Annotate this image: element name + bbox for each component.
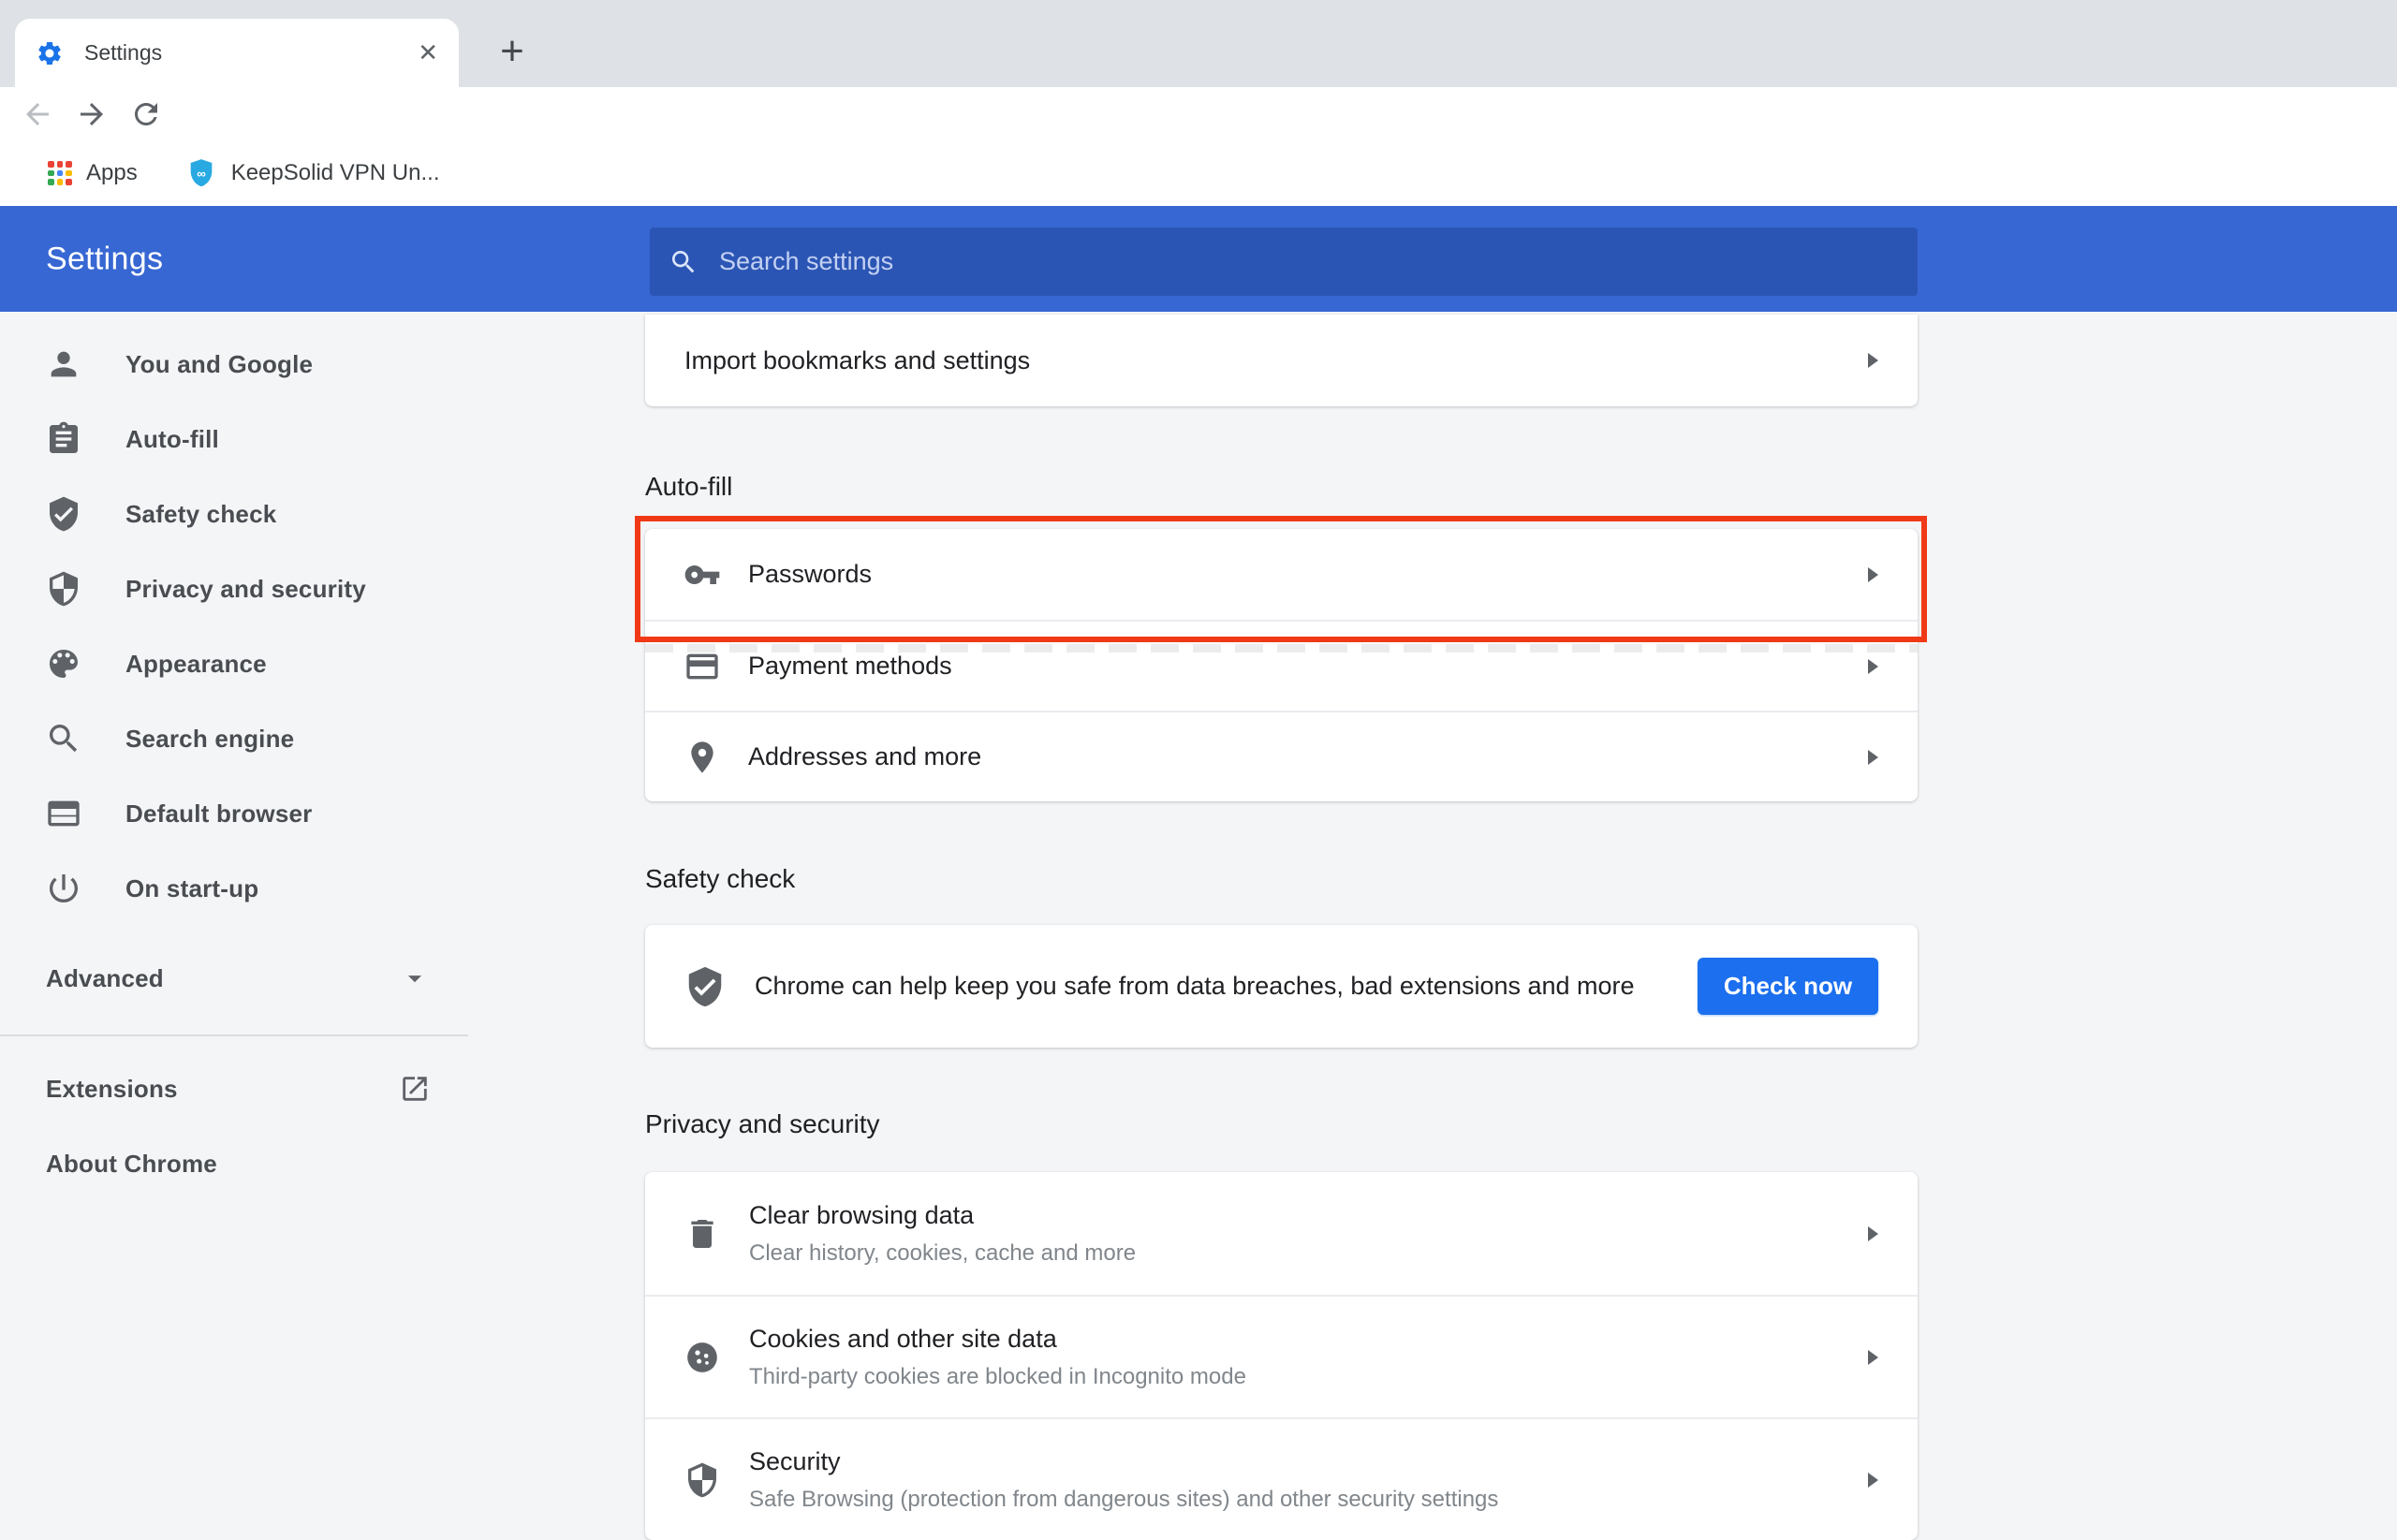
arrow-right-icon [1868, 567, 1878, 582]
autofill-card: Passwords Payment methods Addresses and … [645, 529, 1918, 801]
sidebar-item-privacy-security[interactable]: Privacy and security [0, 551, 468, 626]
keepsolid-shield-icon: ∞ [185, 157, 217, 189]
cookies-row[interactable]: Cookies and other site data Third-party … [645, 1295, 1918, 1417]
key-icon [684, 556, 721, 594]
half-shield-icon [45, 570, 82, 608]
sidebar-item-default-browser[interactable]: Default browser [0, 776, 468, 851]
chevron-down-icon [399, 962, 431, 994]
sidebar-item-you-and-google[interactable]: You and Google [0, 327, 468, 402]
sidebar-item-autofill[interactable]: Auto-fill [0, 402, 468, 477]
arrow-right-icon [1868, 750, 1878, 765]
arrow-right-icon [1868, 659, 1878, 674]
safety-check-text: Chrome can help keep you safe from data … [755, 972, 1635, 1001]
chrome-settings-window: { "glyphs": { "close": "✕", "new_tab": "… [0, 0, 2397, 1498]
sidebar-item-safety-check[interactable]: Safety check [0, 477, 468, 551]
trash-icon [684, 1215, 721, 1253]
settings-search-box[interactable] [650, 227, 1918, 296]
security-row[interactable]: Security Safe Browsing (protection from … [645, 1417, 1918, 1540]
shield-check-filled-icon [684, 965, 727, 1008]
forward-icon[interactable] [75, 97, 109, 131]
safety-check-card: Chrome can help keep you safe from data … [645, 925, 1918, 1048]
person-icon [45, 345, 82, 383]
credit-card-icon [684, 648, 721, 685]
clear-browsing-data-row[interactable]: Clear browsing data Clear history, cooki… [645, 1172, 1918, 1295]
sidebar-item-about-chrome[interactable]: About Chrome [0, 1126, 468, 1201]
search-icon [45, 720, 82, 757]
privacy-card: Clear browsing data Clear history, cooki… [645, 1172, 1918, 1540]
addresses-row[interactable]: Addresses and more [645, 711, 1918, 801]
arrow-right-icon [1868, 1226, 1878, 1241]
passwords-row[interactable]: Passwords [645, 529, 1918, 620]
svg-text:∞: ∞ [197, 167, 206, 181]
sidebar-item-on-startup[interactable]: On start-up [0, 851, 468, 926]
settings-header: Settings [0, 206, 2397, 312]
tab-close-icon[interactable]: ✕ [418, 38, 438, 67]
clipboard-icon [45, 420, 82, 458]
cookie-icon [684, 1339, 721, 1376]
browser-tab-settings[interactable]: Settings ✕ [15, 19, 459, 87]
section-heading-safety-check: Safety check [645, 864, 1918, 894]
apps-grid-icon [48, 161, 72, 185]
search-icon [669, 247, 699, 277]
bookmark-keepsolid-vpn[interactable]: ∞ KeepSolid VPN Un... [171, 157, 440, 189]
page-title: Settings [46, 241, 163, 277]
bookmarks-bar: Apps ∞ KeepSolid VPN Un... [0, 140, 2397, 206]
new-tab-button[interactable]: + [485, 24, 539, 79]
settings-content: Import bookmarks and settings Auto-fill … [645, 312, 1918, 1540]
sidebar-item-appearance[interactable]: Appearance [0, 626, 468, 701]
arrow-right-icon [1868, 1350, 1878, 1365]
payment-methods-row[interactable]: Payment methods [645, 620, 1918, 711]
sidebar-item-extensions[interactable]: Extensions [0, 1051, 468, 1126]
quartered-shield-icon [684, 1461, 721, 1499]
location-pin-icon [684, 739, 721, 776]
section-heading-privacy: Privacy and security [645, 1109, 1918, 1139]
bookmark-keepsolid-label: KeepSolid VPN Un... [231, 160, 440, 186]
bookmark-apps[interactable]: Apps [34, 160, 138, 186]
arrow-right-icon [1868, 1473, 1878, 1488]
tab-title: Settings [84, 40, 418, 66]
sidebar-advanced-toggle[interactable]: Advanced [0, 941, 468, 1016]
section-heading-autofill: Auto-fill [645, 472, 1918, 502]
dashed-underline [645, 644, 1918, 653]
reload-icon[interactable] [129, 97, 163, 131]
open-in-new-icon [399, 1073, 431, 1105]
sidebar-item-search-engine[interactable]: Search engine [0, 701, 468, 776]
sidebar-divider [0, 1034, 468, 1036]
settings-search-input[interactable] [719, 247, 1655, 276]
bookmark-apps-label: Apps [86, 160, 138, 186]
settings-gear-favicon-icon [36, 39, 64, 67]
arrow-right-icon [1868, 353, 1878, 368]
tab-strip: Settings ✕ + [0, 0, 2397, 87]
browser-toolbar: Chrome chrome:// settings ⋮ [0, 87, 2397, 140]
browser-window-icon [45, 795, 82, 832]
check-now-button[interactable]: Check now [1698, 958, 1878, 1015]
power-icon [45, 870, 82, 907]
shield-check-icon [45, 495, 82, 533]
settings-sidebar: You and Google Auto-fill Safety check Pr… [0, 312, 468, 1201]
back-icon[interactable] [21, 97, 54, 131]
import-bookmarks-row[interactable]: Import bookmarks and settings [645, 315, 1918, 406]
autofill-card-wrap: Passwords Payment methods Addresses and … [645, 529, 1918, 801]
palette-icon [45, 645, 82, 682]
